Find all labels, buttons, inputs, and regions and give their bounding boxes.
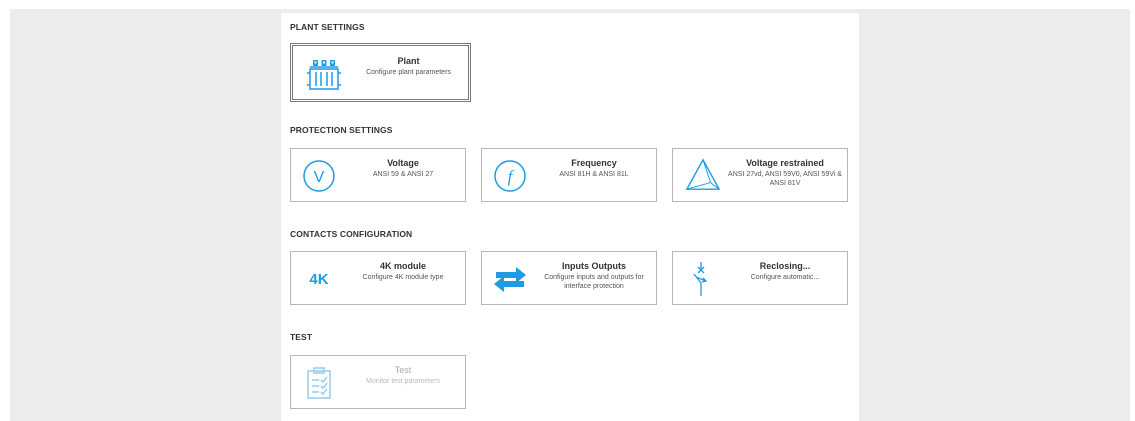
svg-text:V: V	[314, 169, 325, 186]
tile-voltage-restrained[interactable]: Voltage restrained ANSI 27vd, ANSI 59V0,…	[672, 148, 848, 202]
tile-plant-title: Plant	[397, 56, 420, 66]
voltage-icon: V	[301, 158, 337, 194]
tile-inputs-outputs[interactable]: Inputs Outputs Configure inputs and outp…	[481, 251, 657, 305]
tile-inputs-outputs-desc: Configure inputs and outputs for interfa…	[544, 274, 644, 290]
tile-voltage-restrained-title: Voltage restrained	[746, 158, 824, 168]
tile-frequency-title: Frequency	[571, 158, 617, 168]
swap-arrows-icon	[492, 261, 528, 297]
tile-test-desc: Monitor test parameters	[366, 378, 440, 385]
tile-plant[interactable]: Plant Configure plant parameters	[290, 43, 471, 102]
tile-test-text: Test Monitor test parameters	[345, 364, 461, 386]
settings-content: PLANT SETTINGS Plant Configure plant par…	[281, 13, 859, 421]
4k-icon: 4K	[301, 261, 337, 297]
tile-reclosing-desc: Configure automatic...	[750, 274, 820, 281]
tile-voltage[interactable]: V Voltage ANSI 59 & ANSI 27	[290, 148, 466, 202]
section-title-plant: PLANT SETTINGS	[290, 22, 365, 32]
tile-4k-module-title: 4K module	[379, 261, 426, 271]
tile-voltage-desc: ANSI 59 & ANSI 27	[372, 171, 434, 178]
tile-plant-desc: Configure plant parameters	[366, 69, 451, 76]
clipboard-icon	[301, 365, 337, 401]
tile-4k-module-desc: Configure 4K module type	[362, 274, 444, 281]
tile-reclosing-title: Reclosing...	[759, 261, 811, 271]
4k-icon-text: 4K	[309, 270, 329, 288]
section-title-contacts: CONTACTS CONFIGURATION	[290, 229, 413, 239]
tile-4k-module-text: 4K module Configure 4K module type	[345, 260, 461, 282]
triangle-icon	[685, 157, 721, 193]
section-title-test: TEST	[290, 332, 313, 342]
tile-reclosing[interactable]: Reclosing... Configure automatic...	[672, 251, 848, 305]
tile-plant-text: Plant Configure plant parameters	[353, 55, 464, 77]
tile-test-title: Test	[394, 365, 412, 375]
section-title-protection: PROTECTION SETTINGS	[290, 125, 393, 135]
reclosing-icon	[683, 261, 719, 297]
tile-voltage-restrained-desc: ANSI 27vd, ANSI 59V0, ANSI 59Vi & ANSI 8…	[728, 171, 842, 187]
frequency-icon: f	[492, 158, 528, 194]
svg-text:f: f	[508, 167, 515, 186]
tile-test[interactable]: Test Monitor test parameters	[290, 355, 466, 409]
transformer-icon	[306, 56, 342, 92]
tile-inputs-outputs-title: Inputs Outputs	[562, 261, 626, 271]
tile-frequency[interactable]: f Frequency ANSI 81H & ANSI 81L	[481, 148, 657, 202]
tile-voltage-title: Voltage	[387, 158, 419, 168]
tile-frequency-desc: ANSI 81H & ANSI 81L	[559, 171, 629, 178]
tile-4k-module[interactable]: 4K 4K module Configure 4K module type	[290, 251, 466, 305]
tile-inputs-outputs-text: Inputs Outputs Configure inputs and outp…	[536, 260, 652, 291]
tile-reclosing-text: Reclosing... Configure automatic...	[727, 260, 843, 282]
tile-voltage-text: Voltage ANSI 59 & ANSI 27	[345, 157, 461, 179]
tile-voltage-restrained-text: Voltage restrained ANSI 27vd, ANSI 59V0,…	[727, 157, 843, 188]
tile-frequency-text: Frequency ANSI 81H & ANSI 81L	[536, 157, 652, 179]
